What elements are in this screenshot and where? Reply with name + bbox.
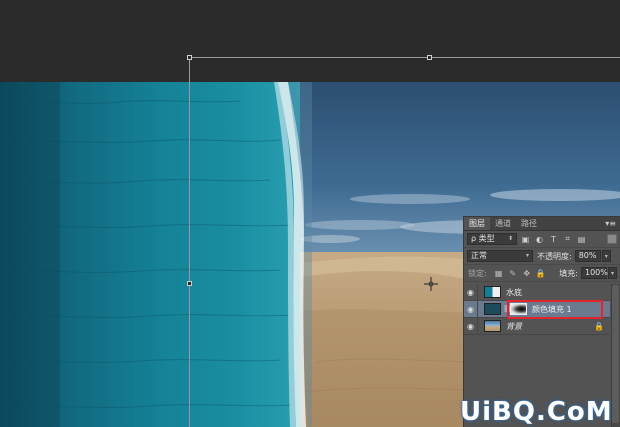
eye-icon[interactable]: ◉	[464, 317, 478, 335]
opacity-dropdown[interactable]: ▾	[601, 250, 611, 262]
highlight-box	[507, 300, 603, 319]
tab-layers[interactable]: 图层	[464, 217, 490, 230]
opacity-input[interactable]: 80%	[574, 250, 601, 262]
layer-thumbnail	[484, 286, 501, 298]
layers-panel: 图层 通道 路径 ▾≡ ρ 类型 ⬍ ▣ ◐ T ⌗ ▤ 正常 ▾ 不透明度: …	[463, 216, 620, 427]
lock-label: 锁定:	[468, 268, 487, 278]
lock-position-icon[interactable]: ✥	[522, 268, 532, 278]
eye-icon[interactable]: ◉	[464, 300, 478, 318]
water-ripples	[0, 82, 291, 427]
transform-handle-top-center[interactable]	[427, 55, 432, 60]
layer-name: 背景	[506, 321, 522, 331]
layer-thumbnail	[484, 320, 501, 332]
transform-bounding-box-left	[189, 57, 190, 427]
lock-all-icon[interactable]: 🔒	[536, 268, 546, 278]
filter-kind-label: ρ 类型	[471, 234, 495, 243]
water-foam-edge	[274, 82, 312, 427]
fill-value: 100%	[585, 268, 608, 277]
smart-object-filter-icon[interactable]: ▤	[576, 234, 587, 245]
chevron-down-icon: ▾	[525, 252, 529, 259]
eye-icon[interactable]: ◉	[464, 283, 478, 301]
lock-transparent-icon[interactable]: ▦	[494, 268, 504, 278]
blend-row: 正常 ▾ 不透明度: 80% ▾	[464, 248, 620, 265]
fill-color-thumbnail	[484, 303, 501, 315]
tab-paths[interactable]: 路径	[516, 217, 542, 230]
tab-channels[interactable]: 通道	[490, 217, 516, 230]
filter-kind-select[interactable]: ρ 类型 ⬍	[467, 233, 517, 245]
panel-tab-bar: 图层 通道 路径 ▾≡	[464, 217, 620, 231]
blend-mode-select[interactable]: 正常 ▾	[467, 250, 533, 262]
adjustment-filter-icon[interactable]: ◐	[534, 234, 545, 245]
layer-name: 水底	[506, 287, 522, 297]
blend-mode-value: 正常	[471, 251, 487, 260]
opacity-value: 80%	[578, 251, 597, 260]
transform-handle-top-left[interactable]	[187, 55, 192, 60]
lock-paint-icon[interactable]: ✎	[508, 268, 518, 278]
layer-row[interactable]: ◉ 水底	[464, 283, 610, 301]
chevron-down-icon: ⬍	[507, 235, 513, 242]
filter-toggle[interactable]	[607, 234, 617, 244]
panel-menu-icon[interactable]: ▾≡	[601, 217, 620, 230]
fill-dropdown[interactable]: ▾	[608, 267, 617, 279]
fill-label: 填充:	[559, 268, 578, 278]
transform-handle-middle-left[interactable]	[187, 281, 192, 286]
text-filter-icon[interactable]: T	[548, 234, 559, 245]
photoshop-workspace: 图层 通道 路径 ▾≡ ρ 类型 ⬍ ▣ ◐ T ⌗ ▤ 正常 ▾ 不透明度: …	[0, 0, 620, 427]
filter-row: ρ 类型 ⬍ ▣ ◐ T ⌗ ▤	[464, 231, 620, 248]
opacity-label: 不透明度:	[537, 251, 572, 261]
watermark: UiBQ.CoM	[460, 397, 613, 427]
layer-row[interactable]: ◉ 背景 🔒	[464, 317, 610, 335]
lock-row: 锁定: ▦ ✎ ✥ 🔒 填充: 100% ▾	[464, 265, 620, 282]
move-cursor-icon	[424, 277, 438, 291]
transform-bounding-box-top	[189, 57, 620, 58]
lock-icon: 🔒	[594, 321, 604, 331]
image-filter-icon[interactable]: ▣	[520, 234, 531, 245]
fill-input[interactable]: 100%	[581, 267, 608, 279]
shape-filter-icon[interactable]: ⌗	[562, 234, 573, 245]
